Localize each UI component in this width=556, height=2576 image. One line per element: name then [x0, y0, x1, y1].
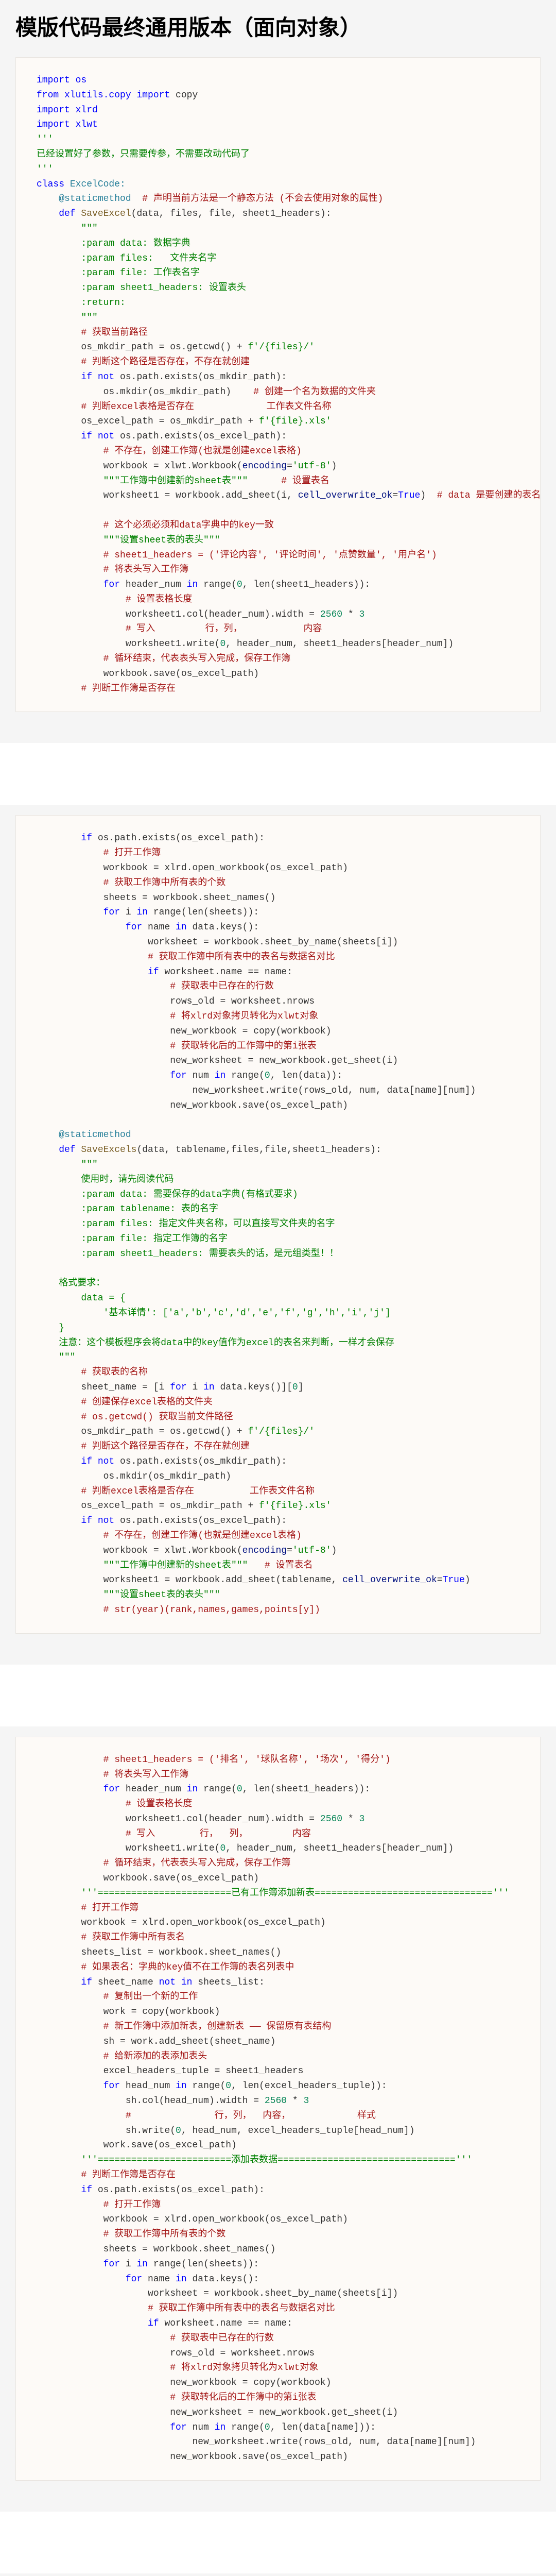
code-block-2: if os.path.exists(os_excel_path): # 打开工作… — [15, 815, 541, 1633]
code-block-3: # sheet1_headers = ('排名', '球队名称', '场次', … — [15, 1737, 541, 2481]
page-title: 模版代码最终通用版本（面向对象） — [0, 0, 556, 47]
code-block-1: import os from xlutils.copy import copy … — [15, 57, 541, 712]
